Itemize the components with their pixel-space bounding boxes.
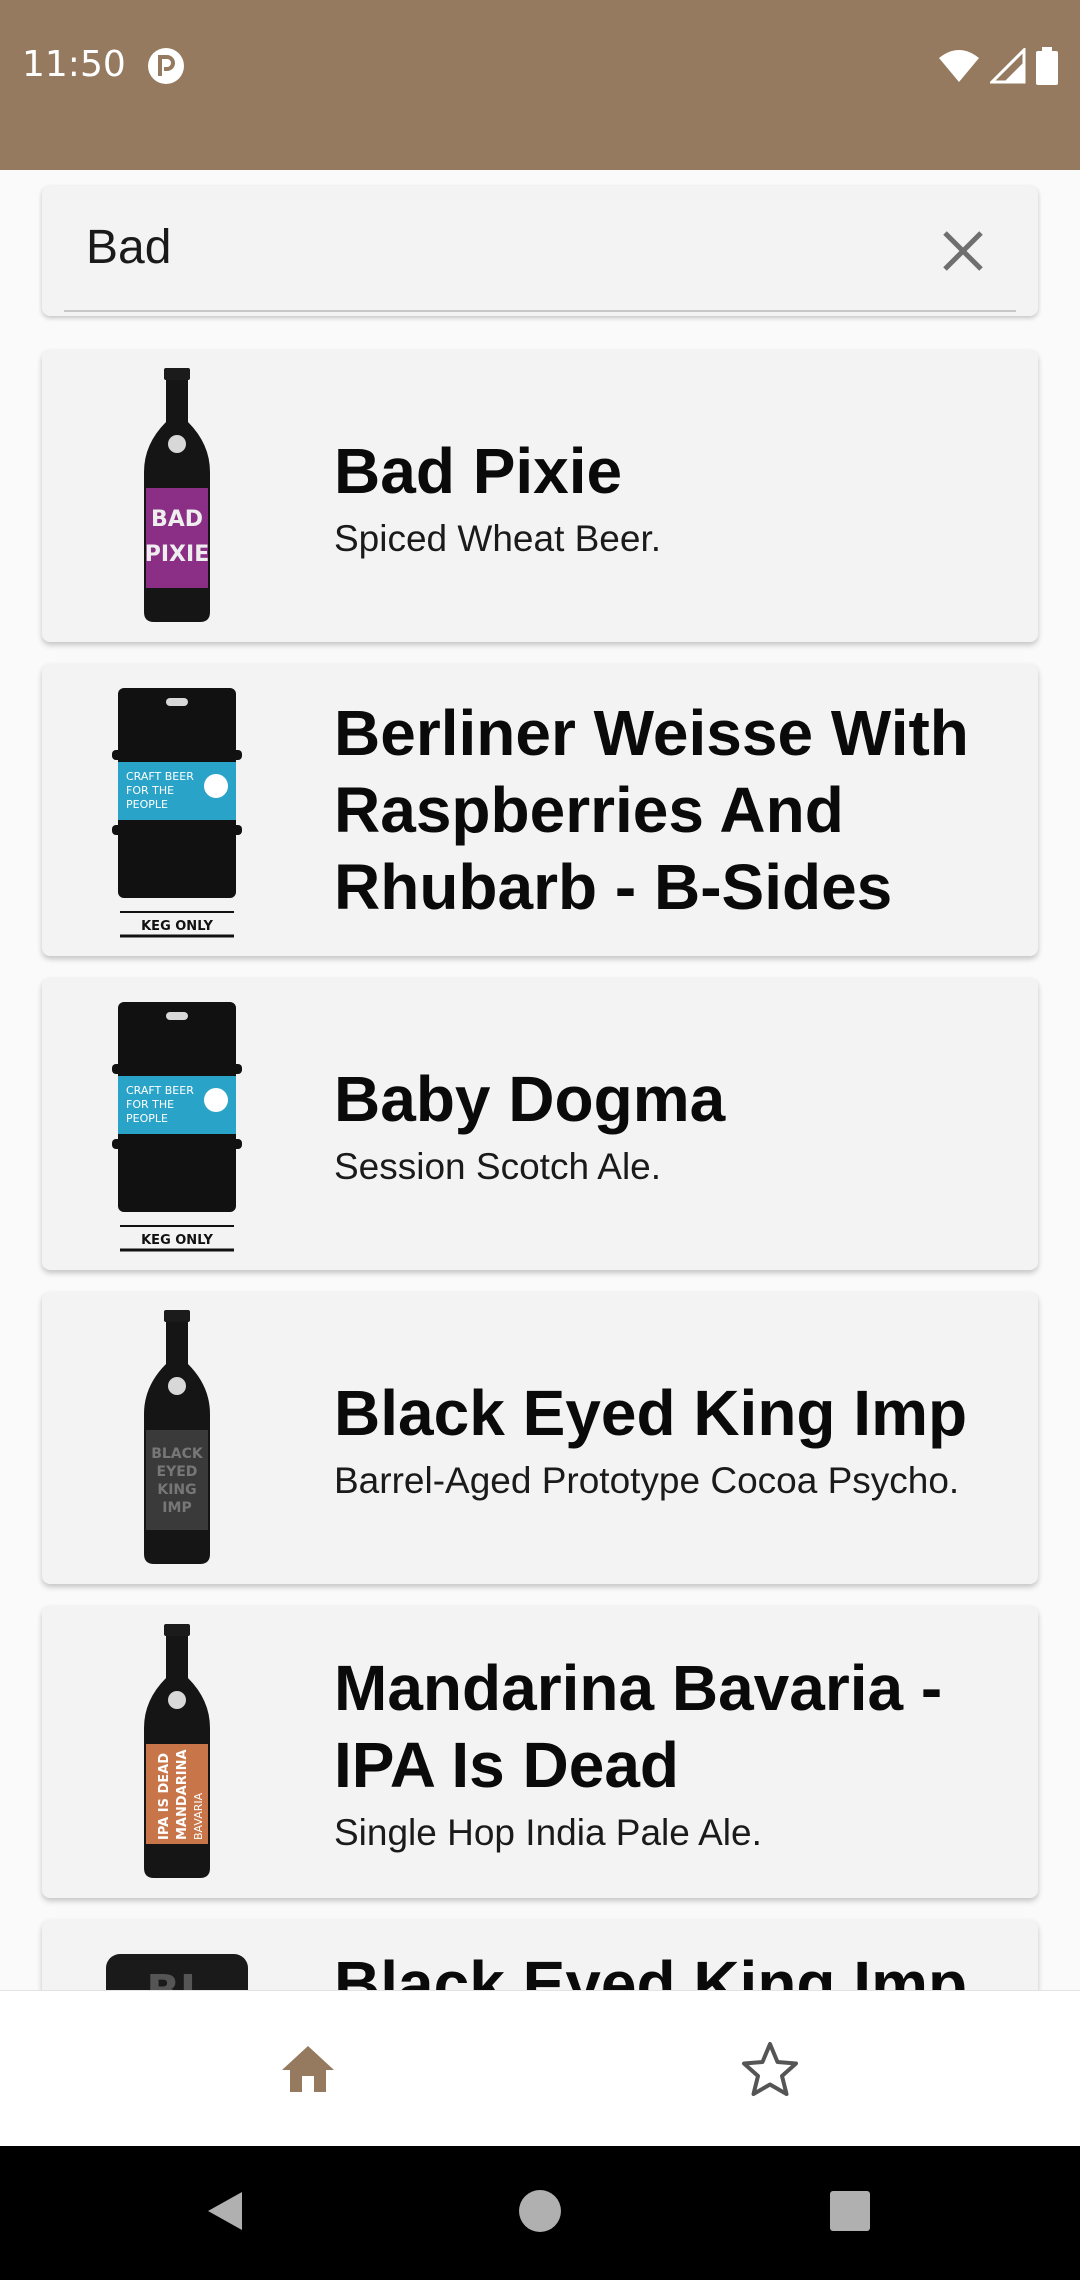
svg-text:IPA IS DEAD: IPA IS DEAD [157,1753,172,1840]
svg-text:KEG ONLY: KEG ONLY [141,1233,213,1248]
svg-text:KING: KING [157,1482,196,1498]
bottom-navigation [0,1990,1080,2146]
close-icon [943,231,983,271]
wifi-icon [939,50,979,82]
beer-can-image: BL [106,1954,248,1990]
beer-bottle-image: BLACK EYED KING IMP [144,1310,210,1564]
svg-text:PEOPLE: PEOPLE [126,1112,168,1125]
status-bar: 11:50 [0,0,1080,170]
home-icon [282,2046,334,2092]
system-home-button[interactable] [505,2176,575,2246]
battery-icon [1036,47,1058,85]
beer-tagline: Single Hop India Pale Ale. [334,1812,762,1853]
svg-text:MANDARINA: MANDARINA [175,1749,190,1840]
beer-card[interactable]: BL Black Eyed King Imp [42,1920,1038,1990]
beer-tagline: Session Scotch Ale. [334,1145,662,1187]
beer-card[interactable]: BLACK EYED KING IMP Black Eyed King Imp … [42,1292,1038,1584]
beer-card[interactable]: IPA IS DEAD MANDARINA BAVARIA Mandarina … [42,1606,1038,1898]
beer-name: Mandarina Bavaria - IPA Is Dead [334,1652,943,1801]
system-navigation-bar [0,2146,1080,2280]
svg-text:BL: BL [146,1966,208,1990]
svg-text:PIXIE: PIXIE [145,542,210,567]
nav-favorites-button[interactable] [500,1991,1040,2147]
recents-icon [830,2191,870,2231]
svg-text:FOR THE: FOR THE [126,784,174,797]
search-bar [42,186,1038,316]
beer-card[interactable]: CRAFT BEER FOR THE PEOPLE KEG ONLY Berli… [42,664,1038,956]
status-time: 11:50 [22,44,126,85]
svg-text:BLACK: BLACK [151,1446,204,1462]
svg-text:CRAFT BEER: CRAFT BEER [126,1084,194,1097]
main-content: BAD PIXIE Bad Pixie Spiced Wheat Beer. C… [0,170,1080,1990]
back-icon [208,2192,242,2230]
beer-tagline: Barrel-Aged Prototype Cocoa Psycho. [334,1459,960,1501]
beer-name: Baby Dogma [334,1062,726,1135]
beer-name: Berliner Weisse With Raspberries And Rhu… [334,696,969,923]
beer-keg-image: CRAFT BEER FOR THE PEOPLE KEG ONLY [112,1002,242,1252]
clear-search-button[interactable] [934,222,992,280]
svg-text:BAVARIA: BAVARIA [192,1792,205,1840]
beer-bottle-image: IPA IS DEAD MANDARINA BAVARIA [144,1624,210,1878]
beer-name: Black Eyed King Imp [334,1948,968,1990]
beer-card[interactable]: BAD PIXIE Bad Pixie Spiced Wheat Beer. [42,350,1038,642]
svg-text:FOR THE: FOR THE [126,1098,174,1111]
svg-text:CRAFT BEER: CRAFT BEER [126,770,194,783]
svg-text:PEOPLE: PEOPLE [126,798,168,811]
beer-name: Bad Pixie [334,434,623,507]
svg-text:EYED: EYED [157,1464,198,1480]
search-underline [64,310,1016,312]
app-notification-icon [148,48,184,84]
home-circle-icon [519,2190,561,2232]
system-back-button[interactable] [190,2176,260,2246]
svg-text:BAD: BAD [151,507,203,532]
star-icon [742,2042,798,2096]
system-recents-button[interactable] [815,2176,885,2246]
nav-home-button[interactable] [38,1991,578,2147]
beer-bottle-image: BAD PIXIE [144,368,210,622]
beer-name: Black Eyed King Imp [334,1376,968,1449]
search-input[interactable] [86,214,886,280]
beer-keg-image: CRAFT BEER FOR THE PEOPLE KEG ONLY [112,688,242,938]
beer-tagline: Spiced Wheat Beer. [334,517,662,559]
beer-card[interactable]: CRAFT BEER FOR THE PEOPLE KEG ONLY Baby … [42,978,1038,1270]
svg-text:KEG ONLY: KEG ONLY [141,919,213,934]
svg-text:IMP: IMP [162,1500,191,1516]
signal-icon [990,48,1026,84]
